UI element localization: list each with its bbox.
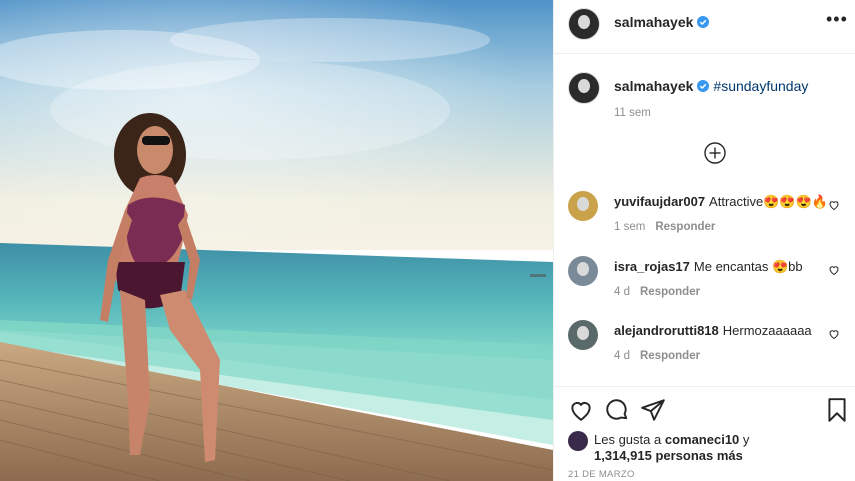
comment-like-heart-icon[interactable] xyxy=(828,199,840,211)
caption-timestamp[interactable]: 11 sem xyxy=(614,107,651,119)
post-photo[interactable] xyxy=(0,0,553,481)
send-icon[interactable] xyxy=(640,397,666,423)
reply-button[interactable]: Responder xyxy=(655,221,715,233)
likes-count[interactable]: 1,314,915 personas más xyxy=(594,447,743,464)
plus-circle-icon[interactable] xyxy=(704,142,726,164)
post-header: salmahayek ••• xyxy=(554,0,855,54)
reply-button[interactable]: Responder xyxy=(640,350,700,362)
verified-badge-icon xyxy=(697,80,710,92)
reply-button[interactable]: Responder xyxy=(640,286,700,298)
comment-text: Attractive😍😍😍🔥 xyxy=(709,194,828,209)
caption-username[interactable]: salmahayek xyxy=(614,78,693,94)
likes-prefix: Les gusta a xyxy=(594,432,662,447)
caption-hashtag[interactable]: #sundayfunday xyxy=(713,78,808,94)
comment-text: Hermozaaaaaa xyxy=(722,323,812,338)
post-date[interactable]: 21 DE MARZO xyxy=(568,469,635,480)
liker-username[interactable]: comaneci10 xyxy=(665,432,739,447)
commenter-avatar[interactable] xyxy=(568,191,598,221)
comment-like-heart-icon[interactable] xyxy=(828,264,840,276)
comment-item: yuvifaujdar007 Attractive😍😍😍🔥 1 sem Respon… xyxy=(554,191,855,251)
verified-badge-icon xyxy=(697,16,710,28)
author-username[interactable]: salmahayek xyxy=(614,14,710,30)
heart-icon[interactable] xyxy=(568,397,594,423)
commenter-username[interactable]: yuvifaujdar007 xyxy=(614,194,705,209)
more-options-icon[interactable]: ••• xyxy=(826,10,847,32)
commenter-username[interactable]: isra_rojas17 xyxy=(614,259,690,274)
comment-item: isra_rojas17 Me encantas 😍bb 4 d Responder xyxy=(554,256,855,316)
comment-like-heart-icon[interactable] xyxy=(828,328,840,340)
commenter-avatar[interactable] xyxy=(568,320,598,350)
comment-time[interactable]: 4 d xyxy=(614,350,630,362)
commenter-avatar[interactable] xyxy=(568,256,598,286)
author-avatar[interactable] xyxy=(568,8,600,40)
comment-time[interactable]: 4 d xyxy=(614,286,630,298)
commenter-username[interactable]: alejandrorutti818 xyxy=(614,323,719,338)
caption-avatar[interactable] xyxy=(568,72,600,104)
comment-icon[interactable] xyxy=(604,397,630,423)
comment-time[interactable]: 1 sem xyxy=(614,221,645,233)
bookmark-icon[interactable] xyxy=(824,397,850,423)
post-actions: Les gusta a comaneci10 y 1,314,915 perso… xyxy=(554,386,855,481)
likes-conjunction: y xyxy=(742,432,750,447)
post-sidebar: salmahayek ••• salmahayek #sundayfunday 1… xyxy=(553,0,855,481)
liker-avatar[interactable] xyxy=(568,431,588,451)
comment-item: alejandrorutti818 Hermozaaaaaa 4 d Respond… xyxy=(554,320,855,380)
comment-text: Me encantas 😍bb xyxy=(693,259,803,274)
